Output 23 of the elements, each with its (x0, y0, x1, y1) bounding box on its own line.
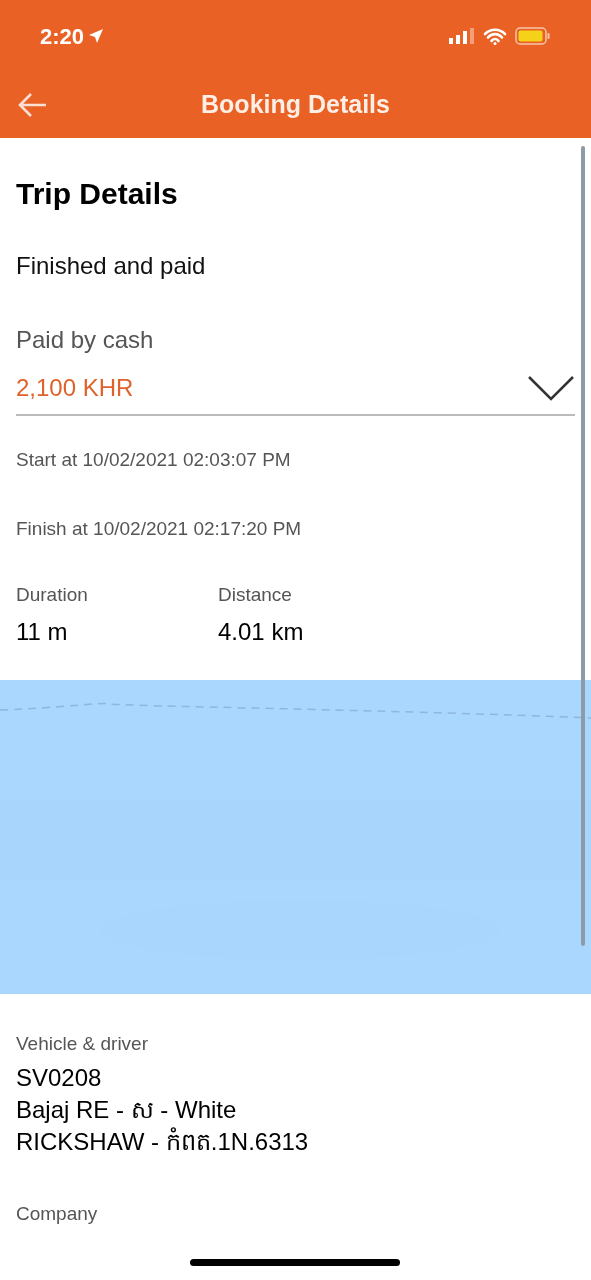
stat-label: Distance (218, 583, 293, 607)
trip-status: Finished and paid (16, 251, 207, 281)
back-arrow-icon (18, 92, 48, 118)
company-label: Company (16, 1202, 99, 1226)
payment-method: Paid by cash (16, 325, 155, 355)
vehicle-label: Vehicle & driver (16, 1031, 149, 1056)
battery-icon (515, 27, 551, 45)
vehicle-info: SV0208 (16, 1063, 103, 1093)
status-time: 2:20 (40, 22, 85, 51)
chevron-icon (527, 374, 575, 402)
finish-time: Finish at 10/02/2021 02:17:20 PM (16, 516, 303, 541)
section-title: Trip Details (16, 176, 179, 212)
signal-icon (449, 28, 475, 44)
vehicle-info: Bajaj RE - ស - White (16, 1095, 238, 1125)
stat-value: 4.01 km (218, 616, 305, 647)
location-arrow-icon (88, 28, 105, 44)
fare-dropdown[interactable]: 2,100 KHR (16, 370, 575, 416)
wifi-icon (483, 27, 507, 45)
stat-label: Duration (16, 583, 89, 607)
start-time: Start at 10/02/2021 02:03:07 PM (16, 448, 292, 472)
stat-value: 11 m (16, 616, 69, 647)
vehicle-info: RICKSHAW - កំពត.1N.6313 (16, 1126, 310, 1157)
page-title: Booking Details (201, 89, 390, 121)
